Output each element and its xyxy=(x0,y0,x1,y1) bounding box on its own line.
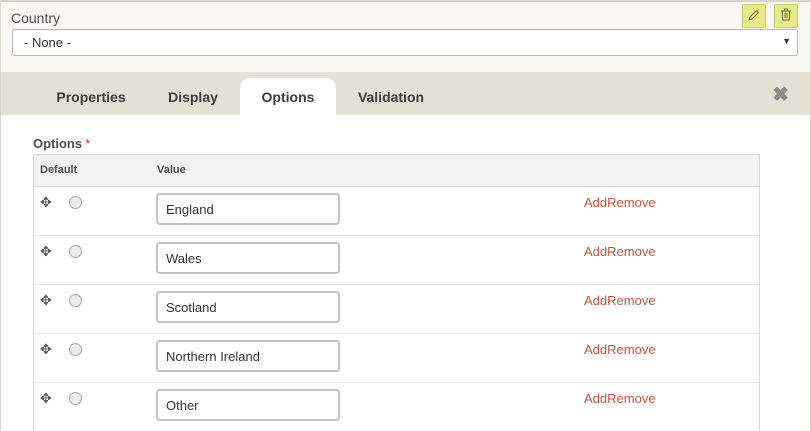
drag-handle-icon[interactable]: ✥ xyxy=(40,194,52,211)
chevron-down-icon: ▼ xyxy=(782,36,791,46)
close-icon[interactable]: ✖ xyxy=(772,82,789,107)
select-value: - None - xyxy=(24,35,71,50)
default-radio[interactable] xyxy=(69,294,82,307)
column-header-value: Value xyxy=(157,164,186,176)
table-row: ✥ AddRemove xyxy=(34,383,759,431)
row-actions: AddRemove xyxy=(584,244,656,259)
option-value-input[interactable] xyxy=(156,291,340,323)
remove-link[interactable]: Remove xyxy=(607,195,655,210)
tab-bar: Properties Display Options Validation xyxy=(0,72,811,115)
field-label: Country xyxy=(11,10,61,26)
drag-handle-icon[interactable]: ✥ xyxy=(40,341,52,358)
row-actions: AddRemove xyxy=(584,195,656,210)
remove-link[interactable]: Remove xyxy=(607,244,655,259)
options-heading: Options * xyxy=(33,136,90,151)
row-actions: AddRemove xyxy=(584,391,656,406)
options-label-text: Options xyxy=(33,136,83,151)
drag-handle-icon[interactable]: ✥ xyxy=(40,292,52,309)
tab-validation[interactable]: Validation xyxy=(341,78,441,115)
edit-button[interactable] xyxy=(742,4,766,28)
add-link[interactable]: Add xyxy=(584,293,607,308)
table-row: ✥ AddRemove xyxy=(34,285,759,334)
default-radio[interactable] xyxy=(69,392,82,405)
remove-link[interactable]: Remove xyxy=(607,342,655,357)
country-select[interactable]: - None - ▼ xyxy=(12,29,798,56)
table-row: ✥ AddRemove xyxy=(34,187,759,236)
options-table: Default Value ✥ AddRemove ✥ AddRemove ✥ … xyxy=(33,154,760,431)
field-actions xyxy=(742,4,798,28)
default-radio[interactable] xyxy=(69,343,82,356)
pencil-icon xyxy=(748,9,760,24)
row-actions: AddRemove xyxy=(584,293,656,308)
table-row: ✥ AddRemove xyxy=(34,236,759,285)
option-value-input[interactable] xyxy=(156,389,340,421)
default-radio[interactable] xyxy=(69,245,82,258)
tab-options[interactable]: Options xyxy=(240,78,336,115)
column-header-default: Default xyxy=(40,164,78,176)
add-link[interactable]: Add xyxy=(584,195,607,210)
table-header: Default Value xyxy=(34,155,759,187)
delete-button[interactable] xyxy=(774,4,798,28)
option-value-input[interactable] xyxy=(156,193,340,225)
required-mark: * xyxy=(85,136,91,151)
remove-link[interactable]: Remove xyxy=(607,391,655,406)
add-link[interactable]: Add xyxy=(584,342,607,357)
option-value-input[interactable] xyxy=(156,340,340,372)
table-row: ✥ AddRemove xyxy=(34,334,759,383)
default-radio[interactable] xyxy=(69,196,82,209)
trash-icon xyxy=(780,8,792,24)
remove-link[interactable]: Remove xyxy=(607,293,655,308)
tab-properties[interactable]: Properties xyxy=(41,78,141,115)
option-value-input[interactable] xyxy=(156,242,340,274)
field-preview: Country - None - ▼ xyxy=(0,0,811,75)
add-link[interactable]: Add xyxy=(584,244,607,259)
drag-handle-icon[interactable]: ✥ xyxy=(40,243,52,260)
drag-handle-icon[interactable]: ✥ xyxy=(40,390,52,407)
tab-display[interactable]: Display xyxy=(143,78,243,115)
add-link[interactable]: Add xyxy=(584,391,607,406)
row-actions: AddRemove xyxy=(584,342,656,357)
